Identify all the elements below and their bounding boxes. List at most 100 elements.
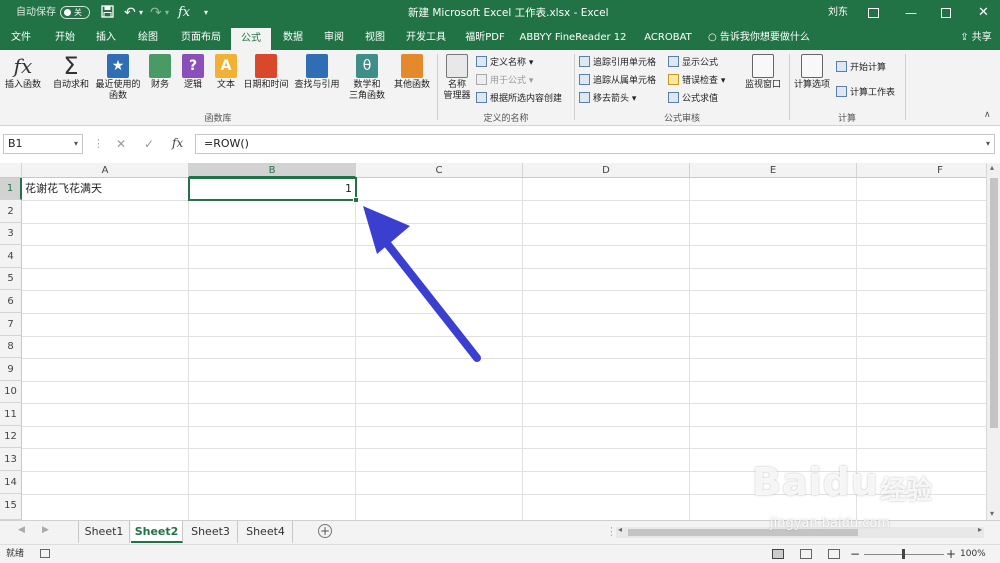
calc-options-button[interactable]: 计算选项 (792, 54, 832, 91)
math-trig-button[interactable]: θ 数学和 三角函数 (344, 54, 390, 102)
scroll-down-icon[interactable]: ▾ (990, 509, 994, 518)
name-box[interactable]: B1 ▾ (3, 134, 83, 154)
user-name[interactable]: 刘东 (828, 0, 848, 26)
row-header-8[interactable]: 8 (0, 336, 22, 358)
autosave-toggle[interactable]: 关 (60, 6, 90, 19)
recent-functions-button[interactable]: ★ 最近使用的 函数 (93, 54, 143, 102)
collapse-ribbon-icon[interactable]: ∧ (984, 110, 991, 120)
tab-foxit-pdf[interactable]: 福昕PDF (460, 26, 510, 50)
save-icon[interactable] (101, 0, 114, 26)
row-header-11[interactable]: 11 (0, 403, 22, 426)
column-header-c[interactable]: C (356, 163, 523, 178)
undo-icon[interactable]: ↶ (124, 0, 136, 26)
cell-b1-selected[interactable]: 1 (188, 177, 359, 203)
cancel-icon[interactable]: ✕ (116, 137, 126, 151)
macro-record-icon[interactable] (40, 549, 50, 558)
scroll-thumb[interactable] (990, 178, 998, 428)
more-functions-button[interactable]: 其他函数 (391, 54, 433, 91)
create-from-selection-button[interactable]: 根据所选内容创建 (476, 91, 562, 107)
datetime-button[interactable]: 日期和时间 (242, 54, 290, 91)
tell-me-box[interactable]: ○ 告诉我你想要做什么 (708, 26, 818, 50)
row-header-2[interactable]: 2 (0, 200, 22, 223)
zoom-slider-thumb[interactable] (902, 549, 905, 559)
row-header-6[interactable]: 6 (0, 290, 22, 313)
evaluate-formula-button[interactable]: 公式求值 (668, 91, 718, 107)
row-header-13[interactable]: 13 (0, 448, 22, 471)
row-header-12[interactable]: 12 (0, 426, 22, 448)
sheet-tab-sheet2[interactable]: Sheet2 (131, 521, 183, 543)
tab-review[interactable]: 审阅 (315, 26, 353, 50)
share-button[interactable]: ⇪ 共享 (955, 26, 997, 50)
calc-now-button[interactable]: 开始计算 (836, 60, 886, 76)
scroll-right-icon[interactable]: ▸ (978, 525, 982, 534)
autosum-button[interactable]: Σ 自动求和 (50, 54, 92, 91)
insert-function-fx-icon[interactable]: fx (172, 136, 183, 150)
row-header-10[interactable]: 10 (0, 381, 22, 403)
column-header-d[interactable]: D (523, 163, 690, 178)
zoom-out-icon[interactable]: − (850, 545, 860, 563)
row-header-3[interactable]: 3 (0, 223, 22, 245)
insert-function-quick-icon[interactable]: fx (178, 0, 190, 26)
insert-function-button[interactable]: fx 插入函数 (2, 54, 44, 91)
vertical-scrollbar[interactable]: ▴ ▾ (986, 163, 1000, 520)
define-name-button[interactable]: 定义名称 ▾ (476, 55, 533, 71)
minimize-icon[interactable]: — (905, 0, 917, 26)
show-formulas-button[interactable]: 显示公式 (668, 55, 718, 71)
column-header-f[interactable]: F (857, 163, 1000, 178)
tab-file[interactable]: 文件 (2, 26, 40, 50)
zoom-in-icon[interactable]: + (946, 545, 956, 563)
row-header-1[interactable]: 1 (0, 178, 22, 200)
page-layout-view-icon[interactable] (800, 549, 812, 559)
lookup-button[interactable]: 查找与引用 (292, 54, 342, 91)
next-sheet-icon[interactable]: ▶ (42, 525, 49, 535)
sheet-tab-sheet3[interactable]: Sheet3 (184, 521, 238, 543)
row-header-7[interactable]: 7 (0, 313, 22, 336)
zoom-level[interactable]: 100% (960, 545, 986, 563)
name-box-dropdown-icon[interactable]: ▾ (74, 135, 78, 153)
enter-icon[interactable]: ✓ (144, 137, 154, 151)
tab-home[interactable]: 开始 (46, 26, 84, 50)
tab-developer[interactable]: 开发工具 (400, 26, 452, 50)
cell-a1[interactable]: 花谢花飞花满天 (25, 178, 102, 200)
scroll-left-icon[interactable]: ◂ (618, 525, 622, 534)
page-break-view-icon[interactable] (828, 549, 840, 559)
trace-precedents-button[interactable]: 追踪引用单元格 (579, 55, 656, 71)
prev-sheet-icon[interactable]: ◀ (18, 525, 25, 535)
use-in-formula-button[interactable]: 用于公式 ▾ (476, 73, 533, 89)
formula-input[interactable]: =ROW() ▾ (195, 134, 995, 154)
trace-dependents-button[interactable]: 追踪从属单元格 (579, 73, 656, 89)
ribbon-display-options-icon[interactable] (868, 8, 879, 18)
name-manager-button[interactable]: 名称 管理器 (440, 54, 474, 102)
tab-page-layout[interactable]: 页面布局 (175, 26, 227, 50)
close-icon[interactable]: ✕ (978, 0, 989, 26)
row-header-5[interactable]: 5 (0, 268, 22, 290)
row-header-9[interactable]: 9 (0, 358, 22, 381)
redo-dropdown-icon[interactable]: ▾ (165, 0, 169, 26)
column-header-b[interactable]: B (189, 163, 356, 178)
scroll-up-icon[interactable]: ▴ (990, 163, 994, 172)
normal-view-icon[interactable] (772, 549, 784, 559)
customize-toolbar-icon[interactable]: ▾ (204, 0, 208, 26)
logical-button[interactable]: ? 逻辑 (178, 54, 208, 91)
undo-dropdown-icon[interactable]: ▾ (139, 0, 143, 26)
select-all-corner[interactable] (0, 163, 22, 178)
tab-insert[interactable]: 插入 (87, 26, 125, 50)
tab-acrobat[interactable]: ACROBAT (640, 26, 696, 50)
maximize-icon[interactable] (941, 8, 951, 18)
row-header-4[interactable]: 4 (0, 245, 22, 268)
expand-formula-icon[interactable]: ▾ (986, 135, 990, 153)
tab-view[interactable]: 视图 (356, 26, 394, 50)
redo-icon[interactable]: ↷ (150, 0, 162, 26)
watch-window-button[interactable]: 监视窗口 (741, 54, 785, 91)
column-header-e[interactable]: E (690, 163, 857, 178)
add-sheet-icon[interactable]: + (318, 524, 332, 538)
sheet-tab-sheet4[interactable]: Sheet4 (239, 521, 293, 543)
remove-arrows-button[interactable]: 移去箭头 ▾ (579, 91, 636, 107)
tab-data[interactable]: 数据 (274, 26, 312, 50)
financial-button[interactable]: 财务 (145, 54, 175, 91)
column-header-a[interactable]: A (22, 163, 189, 178)
sheet-tab-sheet1[interactable]: Sheet1 (78, 521, 130, 543)
tab-abbyy[interactable]: ABBYY FineReader 12 (515, 26, 631, 50)
calc-sheet-button[interactable]: 计算工作表 (836, 85, 895, 101)
tab-formulas[interactable]: 公式 (231, 28, 271, 50)
